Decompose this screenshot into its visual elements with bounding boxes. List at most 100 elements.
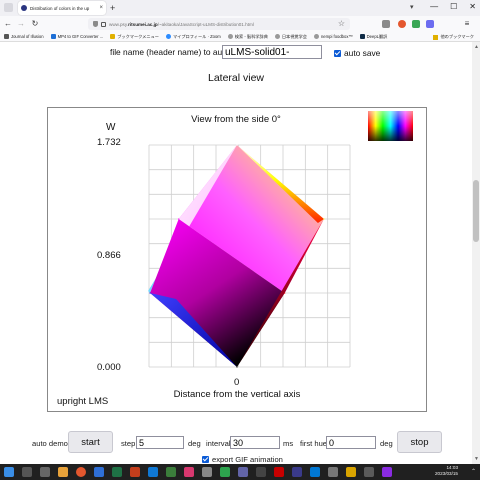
navigation-toolbar: ← → ↻ www.psy.ritsumei.ac.jp/~akitaoka/J… — [0, 16, 480, 32]
zoom-icon — [165, 34, 171, 39]
app-icon[interactable] — [202, 467, 212, 477]
interval-label: interval — [206, 439, 231, 448]
mail-icon[interactable] — [148, 467, 158, 477]
app-icon[interactable] — [346, 467, 356, 477]
new-tab-button[interactable]: + — [110, 2, 115, 14]
y-tick-label: 1.732 — [97, 137, 121, 148]
start-menu-icon[interactable] — [4, 467, 14, 477]
globe-icon — [274, 34, 280, 39]
bookmark-item[interactable]: DeepL翻訳 — [359, 34, 387, 40]
task-view-icon[interactable] — [40, 467, 50, 477]
browser-window: Distribution of colors in the up × + ▾ —… — [0, 0, 480, 480]
scroll-up-arrow-icon[interactable]: ▲ — [474, 44, 479, 50]
bookmark-item[interactable]: MP4 to GIF Converter ... — [50, 34, 103, 39]
first-hue-label: first hue — [300, 439, 328, 448]
app-icon[interactable] — [382, 467, 392, 477]
bookmark-item[interactable]: Journal of Illusion — [4, 34, 44, 39]
extensions-puzzle-icon[interactable] — [426, 20, 434, 28]
bookmark-folder[interactable]: ブックマークメニュー — [110, 34, 159, 40]
app-icon[interactable] — [328, 467, 338, 477]
window-controls: — ☐ ✕ — [430, 2, 476, 11]
stop-button[interactable]: stop — [397, 431, 442, 453]
edge-icon[interactable] — [310, 467, 320, 477]
corner-point-magenta — [178, 218, 180, 220]
reload-icon[interactable]: ↻ — [30, 16, 40, 32]
globe-icon — [313, 34, 319, 39]
y-tick-label: 0.000 — [97, 362, 121, 373]
site-favicon-icon — [21, 5, 27, 11]
firefox-taskbar-icon[interactable] — [76, 467, 86, 477]
word-icon[interactable] — [94, 467, 104, 477]
bookmark-item[interactable]: 日本視覚学会 — [274, 34, 307, 40]
checkbox-checked-icon[interactable] — [202, 456, 209, 463]
demo-controls: auto demo: start step deg interval ms fi… — [0, 425, 472, 455]
windows-taskbar: 14:03 2023/03/15 ⌃ — [0, 464, 480, 480]
color-swatch-thumbnail — [368, 111, 413, 141]
step-input[interactable] — [136, 436, 184, 449]
start-button[interactable]: start — [68, 431, 113, 453]
interval-input[interactable] — [230, 436, 280, 449]
corner-point-yellow — [323, 218, 325, 220]
globe-icon — [227, 34, 233, 39]
auto-demo-label: auto demo: — [32, 439, 70, 448]
firefox-account-icon[interactable] — [398, 20, 406, 28]
close-window-button[interactable]: ✕ — [469, 2, 476, 11]
teams-icon[interactable] — [238, 467, 248, 477]
url-text[interactable]: www.psy.ritsumei.ac.jp/~akitaoka/JavaScr… — [109, 22, 254, 27]
corner-point-red — [284, 292, 286, 294]
other-bookmarks[interactable]: 他のブックマーク — [433, 32, 474, 42]
deepl-icon — [359, 34, 365, 39]
step-unit: deg — [188, 439, 201, 448]
address-bar[interactable]: www.psy.ritsumei.ac.jp/~akitaoka/JavaScr… — [88, 18, 350, 30]
excel-icon[interactable] — [112, 467, 122, 477]
bookmark-item[interactable]: nempi foodbox™ — [313, 34, 353, 39]
y-axis-letter: W — [106, 122, 116, 133]
forward-arrow-icon[interactable]: → — [16, 16, 26, 32]
app-icon[interactable] — [292, 467, 302, 477]
extension-icon[interactable] — [412, 20, 420, 28]
vertical-scrollbar[interactable] — [472, 42, 480, 464]
taskbar-clock[interactable]: 14:03 2023/03/15 — [435, 465, 458, 477]
tab-strip: Distribution of colors in the up × + ▾ —… — [0, 0, 480, 16]
corner-point-black — [236, 366, 238, 368]
app-icon[interactable] — [256, 467, 266, 477]
scrollbar-thumb[interactable] — [473, 180, 479, 242]
first-hue-unit: deg — [380, 439, 393, 448]
journal-icon — [4, 34, 9, 39]
tab-title: Distribution of colors in the up — [30, 5, 90, 11]
maximize-button[interactable]: ☐ — [450, 2, 457, 11]
pocket-icon[interactable] — [382, 20, 390, 28]
tab-distribution-of-colors[interactable]: Distribution of colors in the up × — [18, 1, 106, 15]
tab-close-icon[interactable]: × — [99, 5, 103, 11]
scroll-down-arrow-icon[interactable]: ▼ — [474, 456, 479, 462]
minimize-button[interactable]: — — [430, 2, 438, 11]
x-tick-label: 0 — [234, 377, 240, 388]
tracking-shield-icon[interactable] — [93, 21, 98, 27]
bookmark-item[interactable]: 検索 - 脳科学辞典 — [227, 34, 268, 40]
color-solid — [148, 145, 324, 367]
menu-hamburger-icon[interactable]: ≡ — [462, 16, 472, 32]
lock-icon[interactable] — [101, 21, 106, 27]
search-icon[interactable] — [22, 467, 32, 477]
list-tabs-icon[interactable]: ▾ — [410, 3, 414, 11]
bookmark-star-icon[interactable]: ☆ — [338, 18, 345, 30]
photos-icon[interactable] — [184, 467, 194, 477]
firefox-view-icon[interactable] — [4, 3, 13, 12]
page-content: file name (header name) to auto-save aut… — [0, 42, 472, 464]
file-explorer-icon[interactable] — [58, 467, 68, 477]
app-icon[interactable] — [166, 467, 176, 477]
corner-point-white — [236, 144, 238, 146]
app-icon[interactable] — [274, 467, 284, 477]
interval-unit: ms — [283, 439, 294, 448]
first-hue-input[interactable] — [326, 436, 376, 449]
system-tray-icon[interactable]: ⌃ — [471, 468, 476, 475]
corner-point-blue — [149, 292, 151, 294]
powerpoint-icon[interactable] — [130, 467, 140, 477]
back-arrow-icon[interactable]: ← — [3, 16, 13, 32]
clock-date: 2023/03/15 — [435, 471, 458, 476]
step-label: step — [121, 439, 136, 448]
app-icon[interactable] — [364, 467, 374, 477]
export-gif-checkbox[interactable]: export GIF animation — [202, 455, 283, 464]
line-icon[interactable] — [220, 467, 230, 477]
bookmark-item[interactable]: マイプロフィール · Zoom — [165, 34, 221, 40]
